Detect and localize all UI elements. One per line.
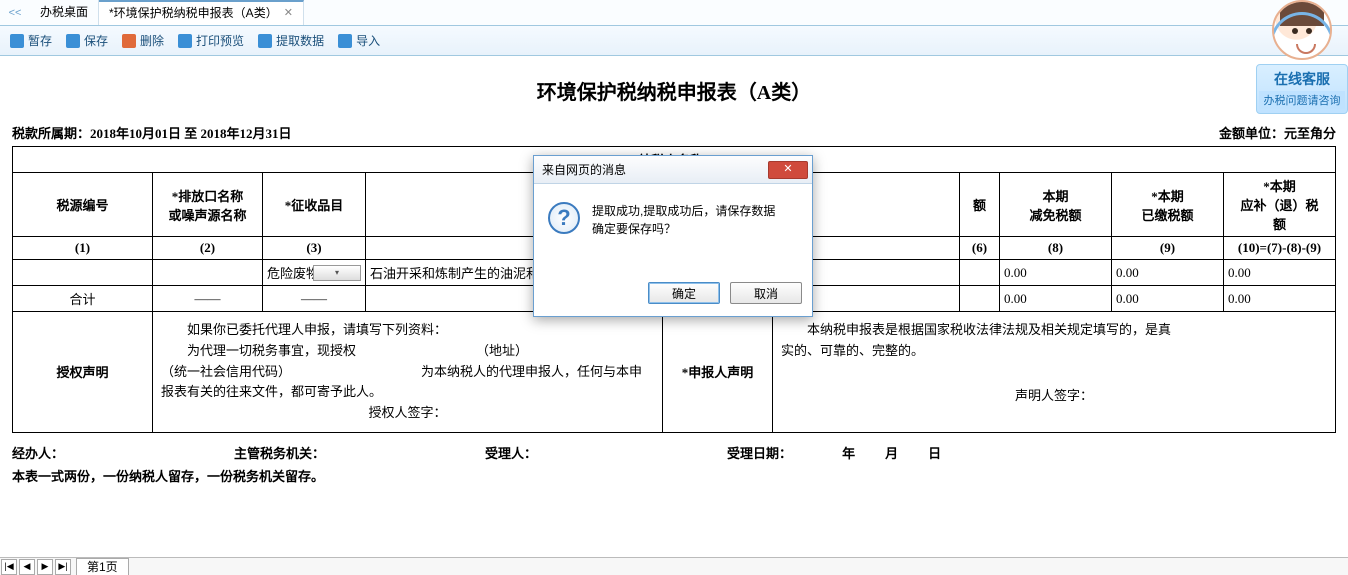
auth-body: 如果你已委托代理人申报，请填写下列资料： 为代理一切税务事宜，现授权（地址） （… [153, 312, 663, 433]
cell: 0.00 [1224, 286, 1336, 312]
pager-prev-button[interactable]: ◀ [19, 559, 35, 575]
org-label: 主管税务机关： [234, 443, 325, 462]
toolbar: 暂存 保存 删除 打印预览 提取数据 导入 [0, 26, 1348, 56]
cancel-button[interactable]: 取消 [730, 282, 802, 304]
dialog-title-text: 来自网页的消息 [542, 161, 626, 178]
confirm-dialog: 来自网页的消息 ✕ ? 提取成功,提取成功后，请保存数据 确定要保存吗？ 确定 … [533, 155, 813, 317]
period-value: 2018年10月01日 至 2018年12月31日 [90, 126, 292, 141]
cell[interactable]: 0.00 [1000, 260, 1112, 286]
col-7: *本期 已缴税额 [1112, 173, 1224, 237]
import-icon [338, 34, 352, 48]
date-label: 受理日期： [727, 443, 792, 462]
cell[interactable] [13, 260, 153, 286]
footer-line: 经办人： 主管税务机关： 受理人： 受理日期： 年 月 日 [12, 443, 1336, 462]
idx-1: (1) [13, 237, 153, 260]
col-2: *排放口名称 或噪声源名称 [153, 173, 263, 237]
cell: —— [153, 286, 263, 312]
tempsave-icon [10, 34, 24, 48]
assistant-title: 在线客服 [1259, 69, 1345, 89]
extract-icon [258, 34, 272, 48]
dialog-titlebar[interactable]: 来自网页的消息 ✕ [534, 156, 812, 184]
delete-button[interactable]: 删除 [122, 32, 164, 49]
cell-select[interactable]: 危险废物（固▾ [263, 260, 366, 286]
day-label: 日 [928, 443, 941, 462]
cell[interactable] [960, 260, 1000, 286]
page-title: 环境保护税纳税申报表（A类） [12, 76, 1336, 105]
col-6: 本期 减免税额 [1000, 173, 1112, 237]
acceptor-label: 受理人： [485, 443, 537, 462]
cell: 0.00 [1112, 286, 1224, 312]
declaration-table: 授权声明 如果你已委托代理人申报，请填写下列资料： 为代理一切税务事宜，现授权（… [12, 311, 1336, 433]
pager-first-button[interactable]: |◀ [1, 559, 17, 575]
save-icon [66, 34, 80, 48]
pager: |◀ ◀ ▶ ▶| 第1页 [0, 557, 1348, 575]
pager-next-button[interactable]: ▶ [37, 559, 53, 575]
unit-label: 金额单位： [1219, 126, 1284, 141]
tab-label: *环境保护税纳税申报表（A类） [109, 1, 278, 26]
cell[interactable] [153, 260, 263, 286]
idx-8: (10)=(7)-(8)-(9) [1224, 237, 1336, 260]
pager-last-button[interactable]: ▶| [55, 559, 71, 575]
import-button[interactable]: 导入 [338, 32, 380, 49]
handler-label: 经办人： [12, 443, 64, 462]
close-icon[interactable]: ✕ [768, 161, 808, 179]
preview-button[interactable]: 打印预览 [178, 32, 244, 49]
print-icon [178, 34, 192, 48]
month-label: 月 [885, 443, 898, 462]
pager-page-tab[interactable]: 第1页 [76, 558, 129, 575]
col-1: 税源编号 [13, 173, 153, 237]
close-icon[interactable]: ✕ [284, 1, 293, 26]
avatar [1272, 0, 1332, 60]
question-icon: ? [548, 202, 580, 234]
col-3: *征收品目 [263, 173, 366, 237]
idx-2: (2) [153, 237, 263, 260]
chevron-down-icon[interactable]: ▾ [313, 265, 361, 281]
delete-icon [122, 34, 136, 48]
col-5: 额 [960, 173, 1000, 237]
cell-total-label: 合计 [13, 286, 153, 312]
tab-label: 办税桌面 [40, 0, 88, 25]
idx-3: (3) [263, 237, 366, 260]
period-label: 税款所属期： [12, 126, 90, 141]
save-button[interactable]: 保存 [66, 32, 108, 49]
tempsave-button[interactable]: 暂存 [10, 32, 52, 49]
footer-note: 本表一式两份，一份纳税人留存，一份税务机关留存。 [12, 466, 1336, 485]
dialog-message: 提取成功,提取成功后，请保存数据 确定要保存吗？ [592, 202, 775, 238]
idx-7: (9) [1112, 237, 1224, 260]
idx-5: (6) [960, 237, 1000, 260]
tabs-bar: << 办税桌面 *环境保护税纳税申报表（A类） ✕ [0, 0, 1348, 26]
assistant-widget[interactable]: 在线客服 办税问题请咨询 [1256, 0, 1348, 114]
unit-value: 元至角分 [1284, 126, 1336, 141]
idx-6: (8) [1000, 237, 1112, 260]
assistant-subtitle: 办税问题请咨询 [1259, 91, 1345, 109]
tab-desktop[interactable]: 办税桌面 [30, 0, 99, 25]
year-label: 年 [842, 443, 855, 462]
cell [960, 286, 1000, 312]
tabs-collapse-button[interactable]: << [0, 7, 30, 19]
rep-body: 本纳税申报表是根据国家税收法律法规及相关规定填写的，是真 实的、可靠的、完整的。… [773, 312, 1336, 433]
tab-declare[interactable]: *环境保护税纳税申报表（A类） ✕ [99, 0, 304, 25]
auth-label: 授权声明 [13, 312, 153, 433]
ok-button[interactable]: 确定 [648, 282, 720, 304]
cell: —— [263, 286, 366, 312]
meta-row: 税款所属期：2018年10月01日 至 2018年12月31日 金额单位：元至角… [12, 123, 1336, 142]
extract-button[interactable]: 提取数据 [258, 32, 324, 49]
cell: 0.00 [1000, 286, 1112, 312]
rep-label: *申报人声明 [663, 312, 773, 433]
cell[interactable]: 0.00 [1112, 260, 1224, 286]
cell[interactable]: 0.00 [1224, 260, 1336, 286]
col-8: *本期 应补（退）税 额 [1224, 173, 1336, 237]
